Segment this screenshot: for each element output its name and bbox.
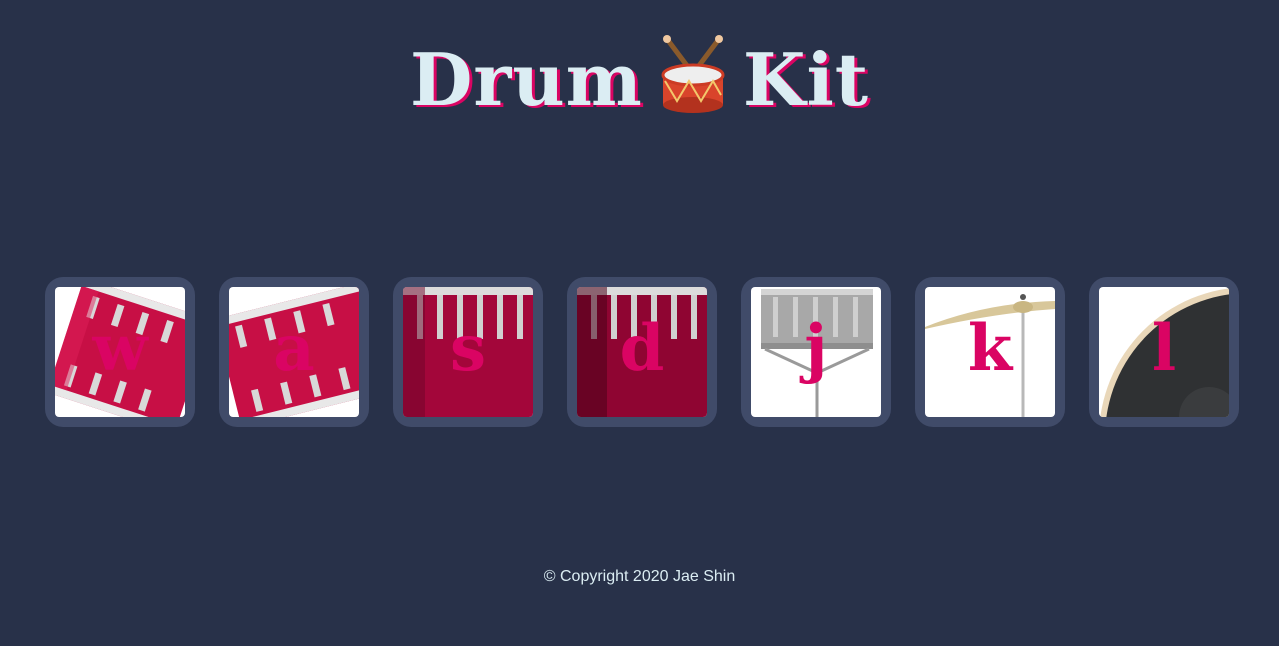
drum-pad-l[interactable]: l (1089, 277, 1239, 427)
drum-pad-face: a (229, 287, 359, 417)
drum-pad-face: s (403, 287, 533, 417)
drum-icon (657, 35, 729, 115)
key-label-j: j (804, 311, 828, 386)
drum-pad-face: d (577, 287, 707, 417)
drum-pad-k[interactable]: k (915, 277, 1065, 427)
key-label-l: l (1151, 311, 1177, 386)
key-label-s: s (449, 311, 487, 386)
key-label-d: d (619, 311, 665, 386)
drum-pad-face: k (925, 287, 1055, 417)
key-label-k: k (967, 311, 1013, 386)
drum-pad-j[interactable]: j (741, 277, 891, 427)
drum-pad-row: w a s d j k l (45, 277, 1245, 427)
drum-pad-face: w (55, 287, 185, 417)
drum-pad-w[interactable]: w (45, 277, 195, 427)
page-title: Drum Kit (0, 30, 1279, 130)
title-word-kit: Kit (742, 37, 870, 122)
drum-pad-face: l (1099, 287, 1229, 417)
title-word-drum: Drum (409, 37, 643, 122)
key-label-a: a (273, 311, 315, 386)
drum-pad-face: j (751, 287, 881, 417)
drum-pad-a[interactable]: a (219, 277, 369, 427)
drum-pad-d[interactable]: d (567, 277, 717, 427)
key-label-w: w (92, 311, 148, 386)
footer-copyright: © Copyright 2020 Jae Shin (543, 568, 736, 585)
drum-pad-s[interactable]: s (393, 277, 543, 427)
